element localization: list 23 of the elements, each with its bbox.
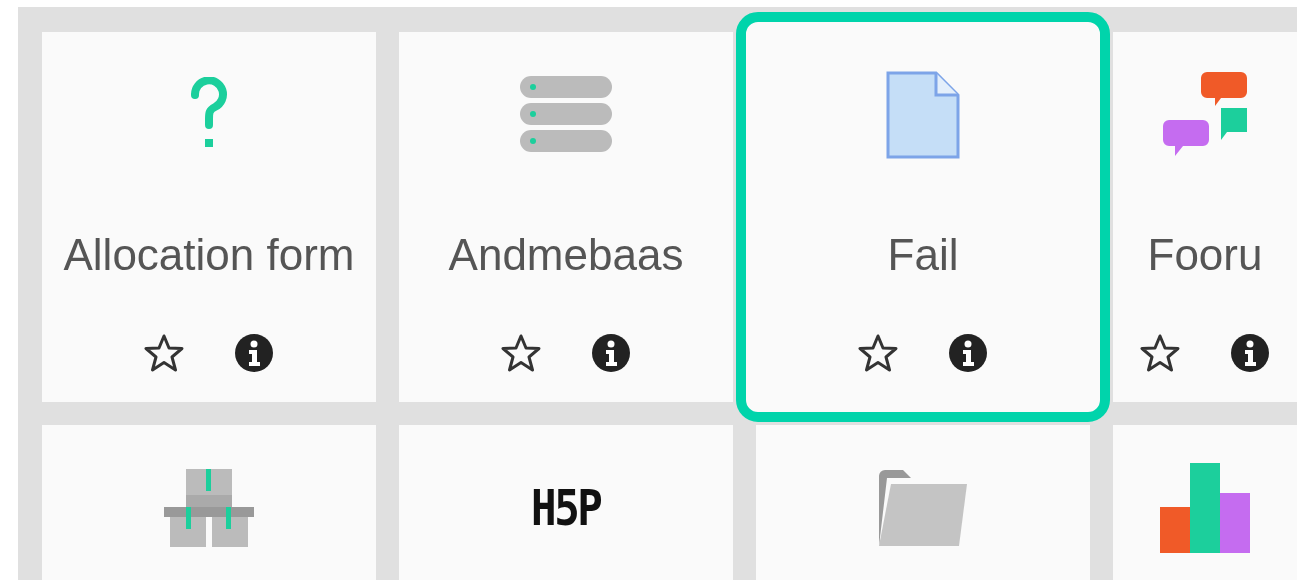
star-icon[interactable] bbox=[501, 334, 541, 372]
activity-card[interactable]: Allocation form bbox=[42, 32, 376, 402]
activity-name: Andmebaas bbox=[447, 229, 685, 281]
file-icon bbox=[886, 71, 960, 159]
info-icon[interactable] bbox=[1230, 333, 1270, 373]
activity-name: Fail bbox=[886, 229, 960, 281]
star-icon[interactable] bbox=[1140, 334, 1180, 372]
h5p-logo: H5P bbox=[531, 479, 601, 537]
activity-card[interactable]: Fooru bbox=[1113, 32, 1297, 402]
star-icon[interactable] bbox=[144, 334, 184, 372]
activity-name: Fooru bbox=[1146, 229, 1264, 281]
info-icon[interactable] bbox=[591, 333, 631, 373]
activity-card[interactable]: Fail bbox=[736, 12, 1110, 422]
info-icon[interactable] bbox=[948, 333, 988, 373]
star-icon[interactable] bbox=[858, 334, 898, 372]
folder-icon bbox=[877, 470, 969, 546]
info-icon[interactable] bbox=[234, 333, 274, 373]
database-icon bbox=[520, 76, 612, 154]
bar-chart-icon bbox=[1160, 463, 1250, 553]
activity-card[interactable]: H5P bbox=[399, 425, 733, 580]
activity-card[interactable]: Andmebaas bbox=[399, 32, 733, 402]
activity-name: Allocation form bbox=[62, 229, 356, 281]
boxes-icon bbox=[164, 469, 254, 547]
